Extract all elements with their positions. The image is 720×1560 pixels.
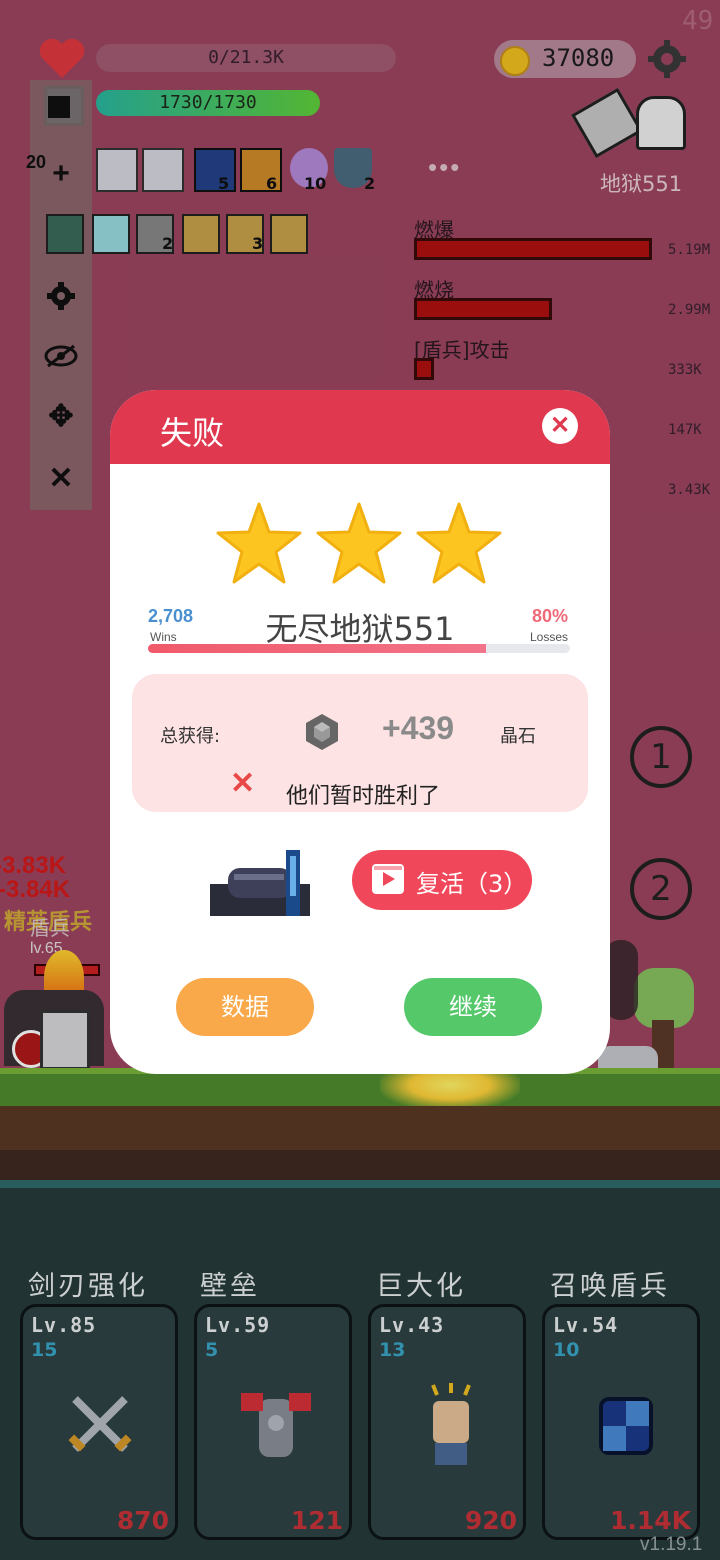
reward-box: 总获得: +439 晶石 ✕ 他们暂时胜利了 bbox=[132, 674, 588, 812]
fail-x-icon: ✕ bbox=[230, 767, 256, 800]
reward-label: 总获得: bbox=[160, 726, 221, 747]
video-icon bbox=[372, 864, 404, 894]
stats-button-label: 数据 bbox=[221, 993, 269, 1021]
continue-button[interactable]: 继续 bbox=[404, 978, 542, 1036]
reward-amount: +439 bbox=[382, 710, 455, 746]
fallen-knight-icon bbox=[206, 846, 322, 927]
defeat-dialog: 失败 ✕ 2,708 Wins 无尽地狱551 80% Losses 总获得: … bbox=[110, 390, 610, 1074]
star-icon bbox=[216, 502, 302, 584]
loss-percent: 80% bbox=[532, 606, 569, 626]
win-loss-bar bbox=[148, 644, 570, 653]
star-icon bbox=[416, 502, 502, 584]
dialog-title: 失败 bbox=[160, 414, 225, 452]
stats-button[interactable]: 数据 bbox=[176, 978, 314, 1036]
reward-unit: 晶石 bbox=[500, 726, 536, 747]
revive-button[interactable]: 复活（3） bbox=[352, 850, 532, 910]
star-icon bbox=[316, 502, 402, 584]
result-text: 他们暂时胜利了 bbox=[286, 784, 441, 809]
loss-bar-fill bbox=[148, 644, 486, 653]
losses-label: Losses bbox=[530, 630, 569, 644]
close-button[interactable]: ✕ bbox=[542, 408, 578, 444]
crystal-icon bbox=[302, 712, 342, 757]
continue-button-label: 继续 bbox=[449, 993, 497, 1021]
revive-label: 复活（3） bbox=[416, 870, 528, 898]
dialog-header: 失败 ✕ bbox=[110, 390, 610, 464]
